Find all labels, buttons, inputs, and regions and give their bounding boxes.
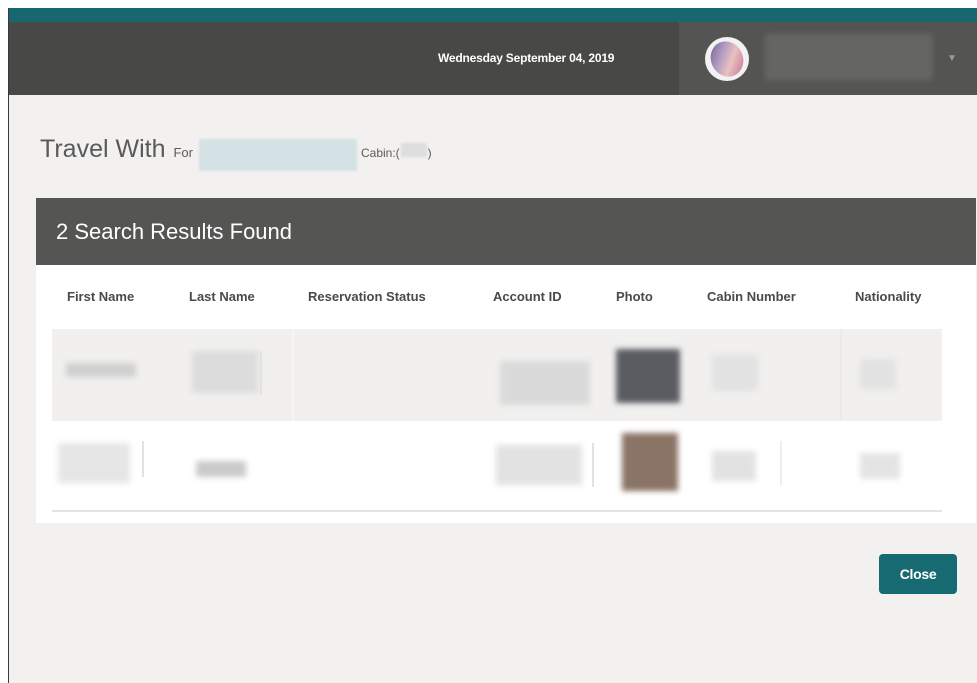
user-menu[interactable]: ▼	[679, 22, 977, 95]
dialog-title: Travel With	[40, 135, 166, 163]
column-nationality[interactable]: Nationality	[855, 289, 921, 304]
column-cabin-number[interactable]: Cabin Number	[707, 289, 796, 304]
column-first-name[interactable]: First Name	[67, 289, 134, 304]
top-bar: Wednesday September 04, 2019 ▼	[9, 22, 977, 95]
cabin-prefix: Cabin:(	[360, 146, 400, 160]
avatar[interactable]	[705, 37, 749, 81]
cell-divider	[260, 351, 262, 395]
app-window: Wednesday September 04, 2019 ▼ Travel Wi…	[0, 0, 977, 683]
for-label: For	[173, 145, 193, 160]
account-id-redacted	[500, 361, 590, 405]
column-last-name[interactable]: Last Name	[189, 289, 255, 304]
guest-name-redacted	[198, 139, 357, 171]
caret-down-icon[interactable]: ▼	[947, 22, 957, 95]
cell-divider	[592, 443, 594, 487]
results-panel: 2 Search Results Found First Name Last N…	[36, 198, 976, 523]
cell-divider	[780, 441, 782, 485]
nationality-redacted	[860, 453, 900, 479]
guest-photo	[616, 349, 680, 403]
column-reservation-status[interactable]: Reservation Status	[308, 289, 426, 304]
cabin-number-redacted	[400, 143, 427, 157]
nationality-redacted	[860, 359, 896, 389]
guest-photo	[622, 433, 678, 491]
results-heading: 2 Search Results Found	[36, 198, 976, 265]
current-date: Wednesday September 04, 2019	[438, 51, 615, 65]
dialog-body: Travel With For Cabin:() 2 Search Result…	[9, 95, 977, 683]
column-photo[interactable]: Photo	[616, 289, 653, 304]
table-row[interactable]	[52, 421, 942, 513]
cabin-label: Cabin:()	[361, 143, 432, 160]
avatar-image	[705, 37, 749, 81]
last-name-redacted	[196, 461, 246, 477]
cell-divider	[840, 329, 842, 421]
username-redacted	[765, 34, 933, 80]
first-name-redacted	[58, 443, 130, 483]
cabin-number-redacted	[712, 451, 756, 481]
column-account-id[interactable]: Account ID	[493, 289, 562, 304]
first-name-redacted	[66, 363, 136, 377]
dialog-heading: Travel With For Cabin:()	[40, 135, 432, 175]
cell-divider	[142, 441, 144, 477]
account-id-redacted	[496, 445, 582, 485]
table-header: First Name Last Name Reservation Status …	[36, 265, 976, 329]
accent-bar	[9, 8, 977, 22]
table-row[interactable]	[52, 329, 942, 421]
cell-divider	[292, 329, 294, 421]
close-button[interactable]: Close	[879, 554, 957, 594]
cabin-suffix: )	[427, 146, 432, 160]
table-footer-divider	[52, 510, 942, 512]
cabin-number-redacted	[712, 355, 758, 391]
last-name-redacted	[192, 351, 258, 393]
